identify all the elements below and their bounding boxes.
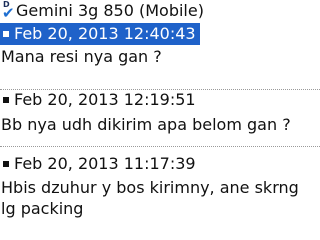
contact-title: Gemini 3g 850 (Mobile) [16, 1, 204, 20]
message-bullet-icon [3, 161, 9, 167]
message-bullet-icon [3, 97, 9, 103]
message-bullet-icon [3, 31, 9, 37]
message-timestamp: Feb 20, 2013 12:40:43 [14, 24, 196, 43]
message-text[interactable]: Hbis dzuhur y bos kirimny, ane skrng lg … [1, 177, 317, 219]
message-divider [0, 146, 320, 147]
message-timestamp: Feb 20, 2013 11:17:39 [14, 154, 196, 173]
message-text[interactable]: Bb nya udh dikirim apa belom gan ? [1, 114, 317, 135]
message-timestamp: Feb 20, 2013 12:19:51 [14, 90, 196, 109]
chat-header: D ✔ Gemini 3g 850 (Mobile) [0, 0, 320, 22]
message-header-selected[interactable]: Feb 20, 2013 12:40:43 [0, 23, 200, 45]
message-text[interactable]: Mana resi nya gan ? [1, 46, 317, 67]
bbm-delivered-icon: D ✔ [2, 0, 15, 22]
message-header[interactable]: Feb 20, 2013 11:17:39 [0, 153, 200, 175]
message-header[interactable]: Feb 20, 2013 12:19:51 [0, 89, 200, 111]
